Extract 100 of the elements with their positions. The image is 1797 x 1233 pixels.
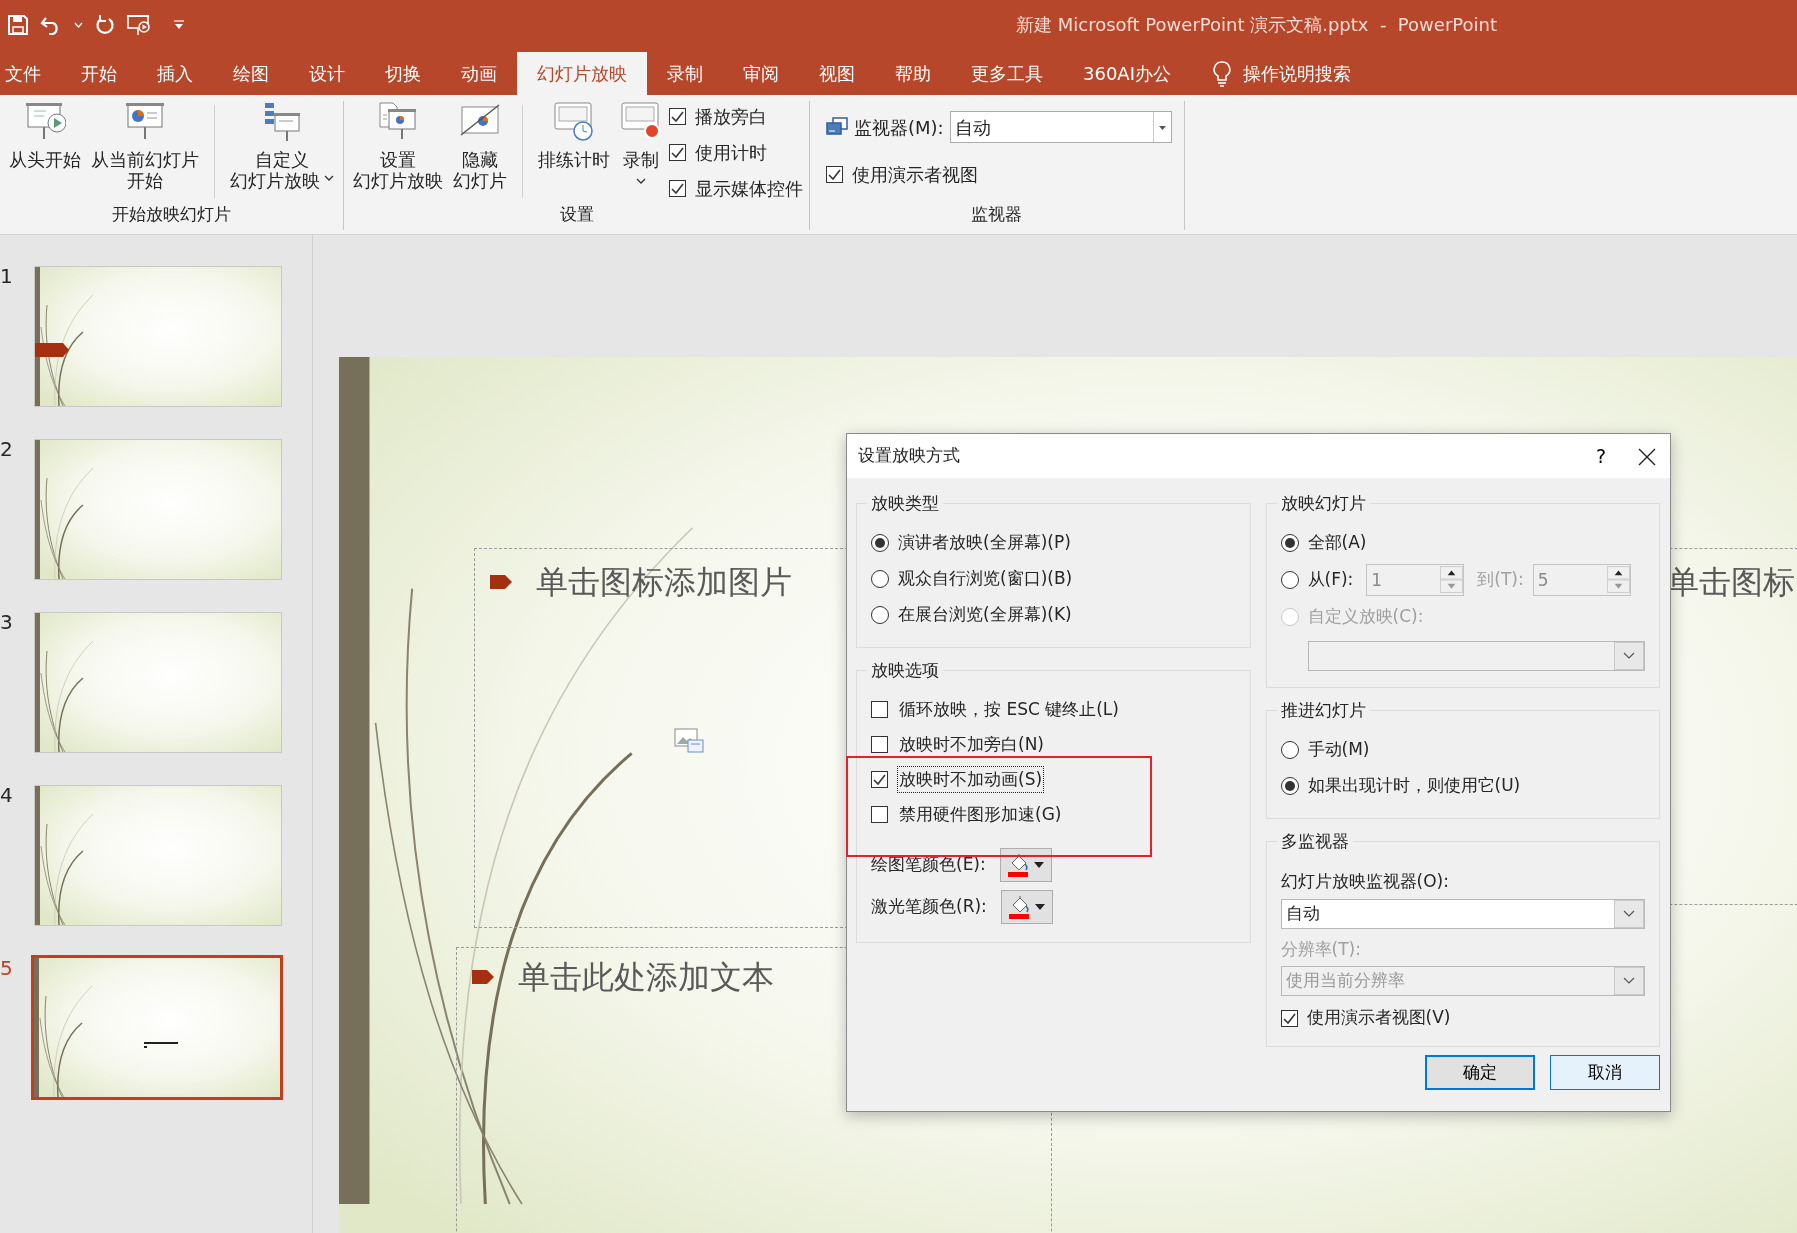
- radio-label[interactable]: 在展台浏览(全屏幕)(K): [898, 602, 1072, 628]
- slide-thumbnail[interactable]: [31, 955, 283, 1100]
- checkbox[interactable]: [871, 701, 888, 718]
- radio-label[interactable]: 观众自行浏览(窗口)(B): [898, 566, 1073, 592]
- ribbon-tab[interactable]: 动画: [441, 52, 517, 95]
- checkbox-label[interactable]: 使用计时: [695, 139, 767, 166]
- ribbon-tab[interactable]: 360AI办公: [1063, 52, 1191, 95]
- radio-label[interactable]: 演讲者放映(全屏幕)(P): [898, 530, 1071, 556]
- checkbox-label[interactable]: 播放旁白: [695, 103, 767, 130]
- checkbox-label[interactable]: 显示媒体控件: [695, 175, 803, 202]
- radio-button[interactable]: [1280, 741, 1299, 759]
- checkbox[interactable]: [669, 180, 686, 197]
- group-label: 监视器: [971, 203, 1023, 226]
- ribbon-tab[interactable]: 切换: [365, 52, 441, 95]
- slide-thumbnail[interactable]: [34, 439, 282, 580]
- ribbon-tab[interactable]: 设计: [289, 52, 365, 95]
- group-title: 放映类型: [867, 492, 943, 514]
- bullet-arrow-icon: [490, 575, 512, 589]
- customize-caret-icon[interactable]: [173, 19, 185, 30]
- ribbon-tab[interactable]: 开始: [61, 52, 137, 95]
- checkbox-label[interactable]: 禁用硬件图形加速(G): [897, 800, 1064, 829]
- ribbon-tab[interactable]: 视图: [799, 52, 875, 95]
- ribbon-tab[interactable]: 幻灯片放映: [517, 52, 647, 95]
- checkbox[interactable]: [871, 806, 888, 823]
- field-label: 监视器(M):: [854, 115, 944, 140]
- radio-button[interactable]: [871, 534, 889, 552]
- radio-button[interactable]: [871, 606, 889, 624]
- save-icon[interactable]: [8, 14, 28, 35]
- radio-button[interactable]: [1280, 534, 1299, 552]
- ribbon-tab[interactable]: 插入: [137, 52, 213, 95]
- radio-button[interactable]: [1280, 777, 1299, 795]
- caret-icon: [1033, 862, 1044, 868]
- caret-icon: [636, 178, 646, 184]
- dialog-title: 设置放映方式: [858, 444, 960, 468]
- radio-label[interactable]: 从(F):: [1307, 567, 1354, 593]
- checkbox[interactable]: [826, 166, 843, 183]
- help-button[interactable]: ?: [1578, 434, 1624, 478]
- monitors-icon: [826, 117, 848, 137]
- checkbox[interactable]: [1280, 1009, 1298, 1027]
- radio-label[interactable]: 手动(M): [1307, 737, 1370, 763]
- checkbox-label[interactable]: 循环放映，按 ESC 键终止(L): [897, 695, 1121, 724]
- monitor-dropdown[interactable]: 自动: [1280, 898, 1645, 929]
- ok-button[interactable]: 确定: [1425, 1055, 1535, 1090]
- checkbox-label[interactable]: 使用演示者视图: [852, 161, 978, 188]
- radio-label[interactable]: 全部(A): [1307, 530, 1367, 556]
- dropdown-field[interactable]: [1307, 641, 1645, 671]
- placeholder-text[interactable]: 单击图标添加图片: [536, 562, 792, 602]
- checkbox[interactable]: [871, 771, 888, 788]
- checkbox-label[interactable]: 使用演示者视图(V): [1306, 1005, 1451, 1031]
- ribbon-button[interactable]: 从当前幻灯片 开始: [88, 101, 202, 191]
- slide-thumbnail[interactable]: [34, 612, 282, 753]
- placeholder-text[interactable]: 单击图标: [1667, 562, 1795, 602]
- radio-button[interactable]: [871, 570, 889, 588]
- ribbon-button[interactable]: 隐藏 幻灯片: [450, 101, 510, 191]
- redo-icon[interactable]: [95, 14, 115, 35]
- color-picker-button[interactable]: [999, 848, 1052, 882]
- slide-number: 3: [0, 612, 14, 632]
- ribbon-tab[interactable]: 录制: [647, 52, 723, 95]
- ribbon-tab[interactable]: 更多工具: [951, 52, 1063, 95]
- cancel-button[interactable]: 取消: [1550, 1055, 1660, 1090]
- caret-icon[interactable]: [74, 21, 83, 28]
- checkbox-label[interactable]: 放映时不加动画(S): [897, 765, 1045, 794]
- radio-label[interactable]: 如果出现计时，则使用它(U): [1307, 773, 1521, 799]
- ribbon-button[interactable]: 设置 幻灯片放映: [350, 101, 446, 191]
- ribbon-button[interactable]: 排练计时: [535, 101, 613, 170]
- ribbon-button[interactable]: 录制: [617, 101, 665, 190]
- caret-icon: [1034, 904, 1045, 910]
- ribbon-tab[interactable]: 帮助: [875, 52, 951, 95]
- timer-icon: [553, 101, 595, 143]
- slide-number: 5: [0, 958, 14, 978]
- ribbon-tab[interactable]: 绘图: [213, 52, 289, 95]
- window-title: 新建 Microsoft PowerPoint 演示文稿.pptx - PowerPoint: [1016, 13, 1497, 37]
- checkbox[interactable]: [669, 144, 686, 161]
- placeholder-text[interactable]: 单击此处添加文本: [518, 957, 774, 997]
- field-label: 分辨率(T):: [1280, 937, 1362, 961]
- field-label: 绘图笔颜色(E):: [871, 853, 986, 877]
- field-label: 到(T):: [1477, 568, 1524, 592]
- close-icon: [1638, 448, 1656, 467]
- field-label: 激光笔颜色(R):: [871, 895, 987, 919]
- group-title: 放映选项: [867, 659, 943, 681]
- slide-number: 1: [0, 266, 14, 286]
- ribbon-tab[interactable]: 审阅: [723, 52, 799, 95]
- ribbon-tab[interactable]: 文件: [0, 52, 61, 95]
- slide-thumbnail[interactable]: [34, 785, 282, 926]
- ribbon-button[interactable]: 自定义 幻灯片放映: [227, 101, 337, 191]
- radio-button[interactable]: [1280, 571, 1299, 589]
- monitor-dropdown[interactable]: 自动: [949, 111, 1172, 143]
- search-link[interactable]: 操作说明搜索: [1243, 60, 1351, 87]
- color-picker-button[interactable]: [1000, 890, 1053, 924]
- group-label: 设置: [559, 203, 594, 226]
- ribbon-button[interactable]: 从头开始: [6, 101, 84, 170]
- lightbulb-icon: [1213, 60, 1231, 87]
- group-title: 推进幻灯片: [1276, 699, 1370, 721]
- checkbox[interactable]: [871, 736, 888, 753]
- slide-thumbnail[interactable]: [34, 266, 282, 407]
- checkbox-label[interactable]: 放映时不加旁白(N): [897, 730, 1046, 759]
- slide-number: 2: [0, 439, 14, 459]
- slideshow-icon[interactable]: [127, 13, 153, 36]
- caret-icon: [324, 174, 334, 181]
- checkbox[interactable]: [669, 108, 686, 125]
